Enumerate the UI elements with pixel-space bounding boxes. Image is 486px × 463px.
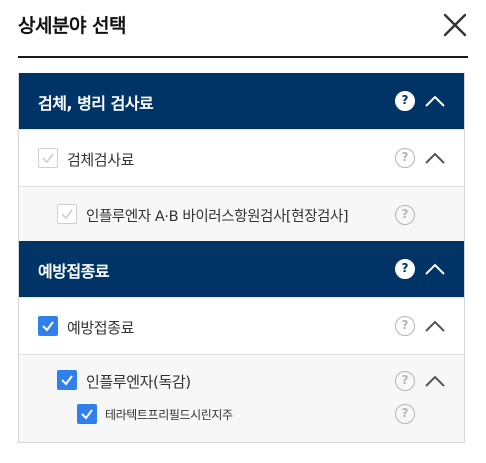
checkbox[interactable] (57, 370, 77, 390)
chevron-up-icon[interactable] (424, 374, 446, 388)
category-panel: 검체, 병리 검사료 ? 검체검사료 ? 인플루엔자 A·B 바이러스항원검사[… (18, 73, 465, 443)
chevron-up-icon[interactable] (424, 94, 446, 108)
help-icon[interactable]: ? (395, 371, 415, 391)
checkbox[interactable] (57, 204, 77, 224)
checkbox[interactable] (77, 404, 97, 424)
dialog-header: 상세분야 선택 (18, 0, 468, 58)
section-title: 예방접종료 (38, 262, 110, 281)
list-item-tetract-prefilled[interactable]: 테라텍트프리필드시린지주 ? (19, 403, 464, 435)
list-item-influenza-antigen-test[interactable]: 인플루엔자 A·B 바이러스항원검사[현장검사] ? (19, 186, 464, 241)
list-group-influenza: 인플루엔자(독감) ? 테라텍트프리필드시린지주 ? (19, 354, 464, 442)
help-icon[interactable]: ? (395, 205, 415, 225)
section-title: 검체, 병리 검사료 (38, 94, 154, 113)
item-label: 인플루엔자 A·B 바이러스항원검사[현장검사] (86, 209, 349, 225)
section-header-specimen[interactable]: 검체, 병리 검사료 ? (19, 73, 464, 129)
item-label: 테라텍트프리필드시린지주 (105, 408, 233, 422)
chevron-up-icon[interactable] (424, 319, 446, 333)
close-icon[interactable] (442, 12, 468, 38)
item-label: 예방접종료 (67, 319, 135, 337)
list-item-vaccination-fee[interactable]: 예방접종료 ? (19, 297, 464, 354)
dialog-title: 상세분야 선택 (18, 15, 127, 37)
help-icon[interactable]: ? (395, 259, 415, 279)
list-item-specimen-exam[interactable]: 검체검사료 ? (19, 129, 464, 186)
section-header-vaccination[interactable]: 예방접종료 ? (19, 241, 464, 297)
help-icon[interactable]: ? (395, 91, 415, 111)
chevron-up-icon[interactable] (424, 151, 446, 165)
chevron-up-icon[interactable] (424, 262, 446, 276)
item-label: 검체검사료 (67, 151, 135, 169)
help-icon[interactable]: ? (395, 316, 415, 336)
list-item-influenza[interactable]: 인플루엔자(독감) ? (19, 355, 464, 407)
checkbox[interactable] (38, 316, 58, 336)
help-icon[interactable]: ? (395, 404, 415, 424)
checkbox[interactable] (38, 148, 58, 168)
item-label: 인플루엔자(독감) (86, 373, 191, 391)
help-icon[interactable]: ? (395, 148, 415, 168)
